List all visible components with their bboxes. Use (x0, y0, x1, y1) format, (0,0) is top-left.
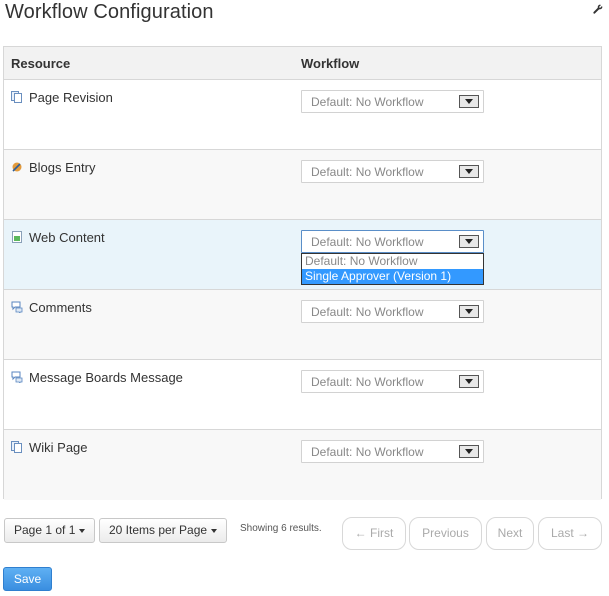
resource-name: Web Content (29, 230, 105, 245)
table-row: Message Boards Message Default: No Workf… (4, 360, 601, 430)
first-page-button[interactable]: ← First (342, 517, 406, 550)
chevron-down-icon[interactable] (459, 165, 479, 178)
page-revision-icon (11, 91, 22, 103)
wiki-page-icon (11, 441, 22, 453)
workflow-table: Resource Workflow Page Revision Default:… (3, 46, 602, 500)
chevron-down-icon[interactable] (459, 95, 479, 108)
page-title: Workflow Configuration (5, 1, 214, 23)
resource-name: Page Revision (29, 90, 113, 105)
resource-name: Wiki Page (29, 440, 88, 455)
table-row: Blogs Entry Default: No Workflow (4, 150, 601, 220)
page-selector-button[interactable]: Page 1 of 1 (4, 518, 96, 543)
blogs-entry-icon (12, 162, 22, 172)
caret-down-icon (79, 528, 86, 533)
web-content-icon (12, 231, 22, 243)
workflow-select[interactable]: Default: No Workflow (301, 90, 484, 113)
workflow-column-header: Workflow (301, 56, 360, 71)
caret-down-icon (211, 528, 218, 533)
workflow-dropdown-list: Default: No Workflow Single Approver (Ve… (301, 253, 484, 285)
table-header: Resource Workflow (4, 47, 601, 80)
page-selector-label: Page 1 of 1 (14, 523, 76, 537)
chevron-down-icon[interactable] (459, 235, 479, 248)
resource-name: Comments (29, 300, 92, 315)
table-row: Comments Default: No Workflow (4, 290, 601, 360)
save-button[interactable]: Save (3, 567, 52, 591)
workflow-select-value: Default: No Workflow (311, 305, 424, 319)
chevron-down-icon[interactable] (459, 305, 479, 318)
table-row: Page Revision Default: No Workflow (4, 80, 601, 150)
resource-name: Blogs Entry (29, 160, 96, 175)
items-per-page-button[interactable]: 20 Items per Page (99, 518, 228, 543)
workflow-select[interactable]: Default: No Workflow (301, 440, 484, 463)
dropdown-option[interactable]: Default: No Workflow (302, 254, 483, 269)
workflow-select-value: Default: No Workflow (311, 445, 424, 459)
previous-page-button[interactable]: Previous (409, 517, 482, 550)
workflow-select[interactable]: Default: No Workflow (301, 160, 484, 183)
results-count: Showing 6 results. (240, 523, 322, 534)
wrench-icon[interactable] (593, 4, 603, 14)
message-boards-icon (11, 371, 23, 383)
next-page-button[interactable]: Next (486, 517, 534, 550)
workflow-select[interactable]: Default: No Workflow (301, 370, 484, 393)
workflow-select-value: Default: No Workflow (311, 235, 424, 249)
workflow-select[interactable]: Default: No Workflow (301, 230, 484, 253)
last-page-button[interactable]: Last → (538, 517, 602, 550)
dropdown-option-highlighted[interactable]: Single Approver (Version 1) (302, 269, 483, 284)
table-row: Wiki Page Default: No Workflow (4, 430, 601, 500)
chevron-down-icon[interactable] (459, 375, 479, 388)
workflow-select-value: Default: No Workflow (311, 165, 424, 179)
chevron-down-icon[interactable] (459, 445, 479, 458)
resource-column-header: Resource (11, 56, 71, 71)
items-per-page-label: 20 Items per Page (109, 523, 208, 537)
workflow-select[interactable]: Default: No Workflow (301, 300, 484, 323)
table-row: Web Content Default: No Workflow Default… (4, 220, 601, 290)
workflow-select-value: Default: No Workflow (311, 375, 424, 389)
resource-name: Message Boards Message (29, 370, 183, 385)
comments-icon (11, 301, 23, 313)
workflow-select-value: Default: No Workflow (311, 95, 424, 109)
